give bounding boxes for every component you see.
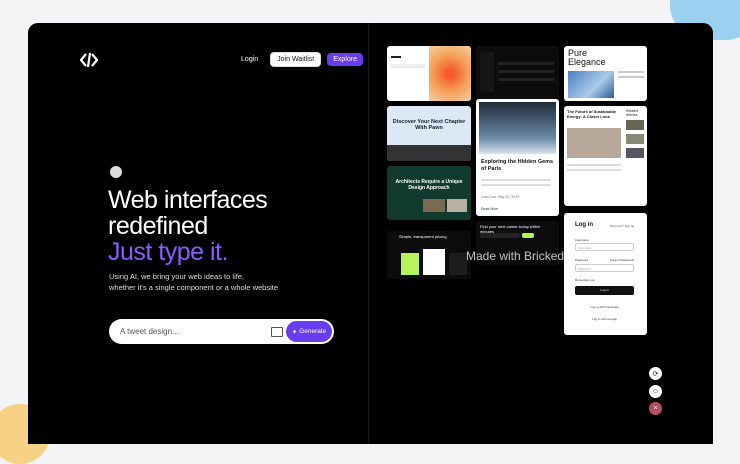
pure-title: Pure Elegance [568, 49, 606, 67]
made-with-watermark: Made with Bricked [466, 249, 565, 263]
login-pass-label: Password [575, 258, 589, 262]
sparkle-icon: ✦ [291, 328, 298, 336]
gallery-card-sustainable[interactable]: The Future of Sustainable Energy: A Clos… [564, 106, 647, 206]
join-waitlist-button[interactable]: Join Waitlist [270, 52, 322, 67]
login-link[interactable]: Login [235, 53, 264, 66]
hero-line-1: Web interfaces [108, 186, 268, 214]
login-user-label: Username [575, 238, 589, 242]
login-card-button[interactable]: Log in [575, 286, 634, 295]
login-pass-input[interactable]: Password [575, 264, 634, 272]
image-upload-icon[interactable] [271, 327, 283, 337]
paris-read-more[interactable]: Read More [481, 207, 498, 211]
refresh-icon[interactable]: ⟳ [649, 367, 662, 380]
hero-headline: Web interfaces redefined Just type it. [108, 186, 268, 266]
paris-title: Exploring the Hidden Gems of Paris [481, 159, 554, 172]
app-frame: Login Join Waitlist Explore Web interfac… [28, 23, 713, 444]
login-google[interactable]: Log in with Google [575, 317, 634, 321]
hero-accent: Just type it. [108, 238, 228, 266]
login-forgot-link[interactable]: Forgot Password? [610, 258, 634, 262]
pure-title-2: Elegance [568, 57, 606, 67]
future-title: The Future of Sustainable Energy: A Clos… [567, 109, 617, 119]
paris-meta: John Doe May 20, 2022 [481, 195, 519, 199]
top-nav: Login Join Waitlist Explore [235, 52, 363, 67]
gallery-card-login[interactable]: Log in New User? Sign up Username Userna… [564, 213, 647, 335]
discover-title: Discover Your Next Chapter With Pawn [392, 119, 466, 131]
emoji-icon[interactable]: ☺ [649, 385, 662, 398]
login-signup-link[interactable]: Sign up [625, 224, 635, 228]
logo-icon[interactable] [80, 52, 98, 68]
gallery-card-pricing[interactable]: Simple, transparent pricing [387, 231, 471, 279]
divider [368, 23, 369, 444]
gallery-card-paris[interactable]: Exploring the Hidden Gems of Paris John … [476, 99, 559, 216]
generate-button[interactable]: ✦ Generate [286, 321, 332, 342]
login-facebook[interactable]: Log in with Facebook [575, 305, 634, 309]
gallery-card-dashboard[interactable] [476, 46, 559, 101]
prompt-input[interactable] [118, 326, 262, 337]
gallery-card-orange[interactable] [387, 46, 471, 101]
hero-subtitle: Using AI, we bring your web ideas to lif… [109, 271, 289, 293]
prompt-bar: ✦ Generate [109, 319, 334, 344]
close-icon[interactable]: × [649, 402, 662, 415]
login-card-title: Log in [575, 222, 593, 228]
login-new-user: New User? [610, 224, 624, 228]
paris-author: John Doe [481, 195, 496, 199]
pricing-title: Simple, transparent pricing [399, 234, 447, 239]
decorative-dot [110, 166, 122, 178]
login-remember[interactable]: Remember me [575, 278, 595, 282]
explore-button[interactable]: Explore [327, 53, 363, 66]
paris-date: May 20, 2022 [497, 195, 520, 199]
hero-line-2: redefined [108, 212, 208, 240]
gallery-card-pure-elegance[interactable]: Pure Elegance [564, 46, 647, 101]
gallery-card-discover[interactable]: Discover Your Next Chapter With Pawn [387, 106, 471, 161]
hero-sub-1: Using AI, we bring your web ideas to lif… [109, 272, 245, 281]
generate-label: Generate [299, 328, 327, 335]
login-card-signup: New User? Sign up [610, 224, 634, 228]
hero-sub-2: whether it's a single component or a who… [109, 283, 279, 292]
gallery-card-architects[interactable]: Architects Require a Unique Design Appro… [387, 166, 471, 220]
login-user-input[interactable]: Username [575, 243, 634, 251]
related-label: Related Articles [626, 109, 639, 117]
architects-title: Architects Require a Unique Design Appro… [395, 179, 463, 191]
